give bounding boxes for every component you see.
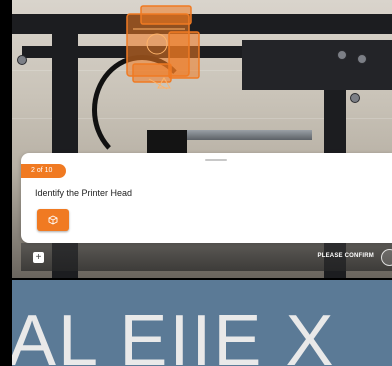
step-counter-badge: 2 of 10 [21, 164, 67, 178]
please-confirm-label: PLEASE CONFIRM [317, 253, 374, 259]
plus-icon: + [35, 252, 42, 263]
banner-text: AL EIIE X [12, 301, 336, 366]
add-button[interactable]: + [33, 252, 44, 263]
cube-icon [48, 215, 58, 225]
instruction-text: Identify the Printer Head [35, 188, 133, 198]
instruction-sheet: 2 of 10 Identify the Printer Head [21, 153, 392, 243]
sheet-grabber[interactable] [205, 159, 227, 161]
bottom-toolbar: + PLEASE CONFIRM [21, 243, 392, 271]
confirm-check-icon[interactable] [381, 249, 392, 266]
product-banner: AL EIIE X [12, 280, 392, 366]
printer-head-hologram-icon [126, 5, 200, 90]
show-3d-model-button[interactable] [37, 209, 69, 231]
